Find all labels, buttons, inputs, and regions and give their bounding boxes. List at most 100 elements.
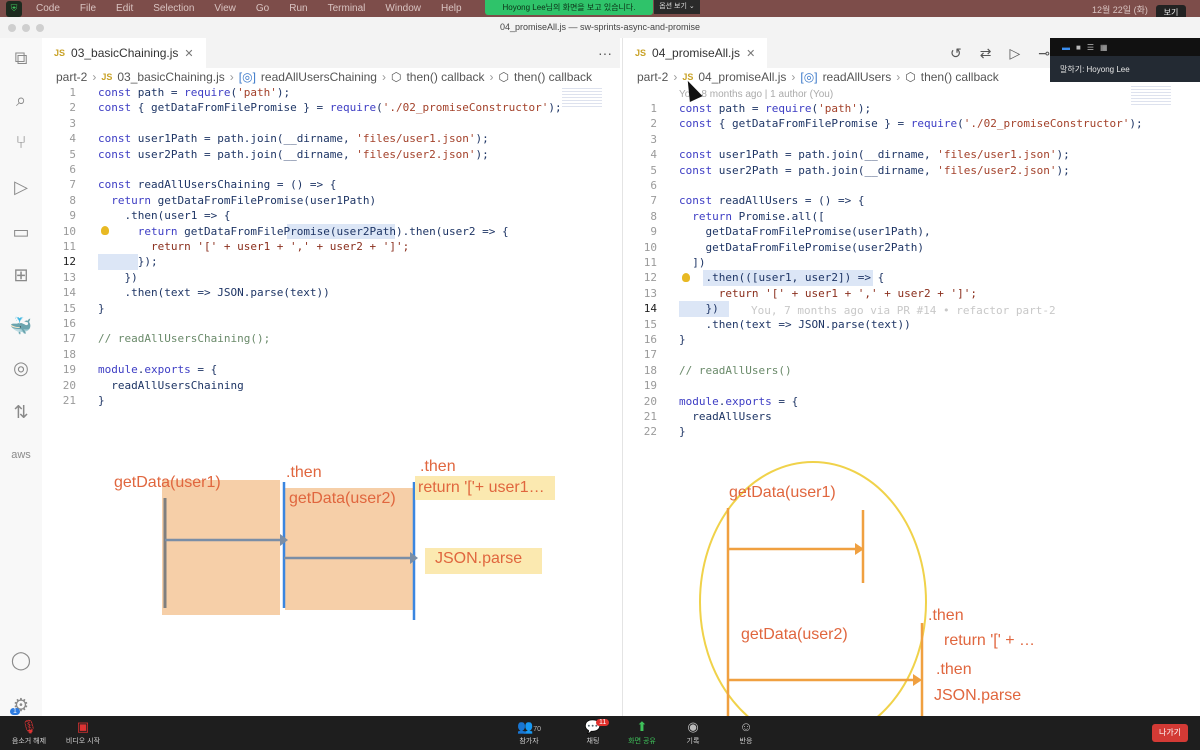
leave-button[interactable]: 나가기 bbox=[1152, 724, 1188, 742]
participants-button[interactable]: 👥70 참가자 bbox=[504, 719, 554, 746]
code-line[interactable]: return '[' + user1 + ',' + user2 + ']'; bbox=[679, 287, 977, 300]
code-line[interactable]: const user1Path = path.join(__dirname, '… bbox=[98, 132, 489, 145]
aws-icon[interactable]: aws bbox=[9, 443, 33, 467]
start-video-button[interactable]: ▣ 비디오 시작 bbox=[58, 719, 108, 746]
code-line[interactable]: // readAllUsers() bbox=[679, 364, 792, 377]
pull-request-icon[interactable]: ⇅ bbox=[9, 400, 33, 424]
account-icon[interactable]: ◯ bbox=[9, 648, 33, 672]
code-line[interactable]: .then(([user1, user2]) => { bbox=[679, 271, 884, 284]
left-editor: JS 03_basicChaining.js ✕ ··· part-2 › JS 03_… bbox=[42, 38, 620, 716]
code-line[interactable]: const path = require('path'); bbox=[679, 102, 871, 115]
label-getdata-user1: getData(user1) bbox=[729, 484, 836, 501]
window-title: 04_promiseAll.js — sw-sprints-async-and-… bbox=[499, 22, 701, 32]
window-controls[interactable] bbox=[8, 24, 44, 32]
window-titlebar: 04_promiseAll.js — sw-sprints-async-and-… bbox=[0, 17, 1200, 38]
code-line[interactable]: const user1Path = path.join(__dirname, '… bbox=[679, 148, 1070, 161]
code-line[interactable]: return Promise.all([ bbox=[679, 210, 824, 223]
label-getdata-user2: getData(user2) bbox=[289, 490, 396, 507]
code-line[interactable]: }) bbox=[679, 302, 718, 315]
label-return: return '['+ user1… bbox=[418, 479, 545, 496]
code-line[interactable]: .then(text => JSON.parse(text)) bbox=[98, 286, 329, 299]
code-line[interactable]: const path = require('path'); bbox=[98, 86, 290, 99]
code-line[interactable]: const readAllUsers = () => { bbox=[679, 194, 864, 207]
label-then: .then bbox=[928, 607, 964, 624]
code-line[interactable]: } bbox=[679, 333, 686, 346]
code-line[interactable]: const readAllUsersChaining = () => { bbox=[98, 178, 336, 191]
files-icon[interactable]: ⧉ bbox=[9, 46, 33, 70]
view-layout-icons[interactable]: ▬ ■ ☰ ▦ bbox=[1050, 38, 1200, 56]
view-options-button[interactable]: 옵션 보기 ⌄ bbox=[654, 0, 700, 14]
code-line[interactable]: return getDataFromFilePromise(user2Path)… bbox=[98, 225, 509, 238]
app-shield-icon[interactable]: ⛨ bbox=[6, 0, 22, 17]
box-getdata-user1 bbox=[162, 480, 280, 615]
menu-terminal[interactable]: Terminal bbox=[328, 3, 366, 14]
share-screen-button[interactable]: ⬆ 화면 공유 bbox=[617, 719, 667, 746]
chat-badge: 11 bbox=[596, 719, 610, 726]
run-debug-icon[interactable]: ▷ bbox=[9, 175, 33, 199]
unmute-button[interactable]: 🎙 음소거 해제 bbox=[4, 719, 54, 746]
menu-run[interactable]: Run bbox=[289, 3, 307, 14]
settings-update-badge: 1 bbox=[10, 708, 20, 715]
label-return: return '[' + … bbox=[944, 632, 1036, 649]
menu-code[interactable]: Code bbox=[36, 3, 60, 14]
right-editor: JS 04_promiseAll.js ✕ ↺ ⇄ ▷ ⊸ part-2 › JS 04… bbox=[622, 38, 1200, 743]
reactions-button[interactable]: ☺ 반응 bbox=[721, 719, 771, 746]
code-line[interactable]: // readAllUsersChaining(); bbox=[98, 332, 270, 345]
code-line[interactable]: }); bbox=[98, 255, 158, 268]
docker-icon[interactable]: 🐳 bbox=[9, 314, 33, 338]
code-line[interactable]: return '[' + user1 + ',' + user2 + ']'; bbox=[98, 240, 409, 253]
code-line[interactable]: ]) bbox=[679, 256, 705, 269]
source-control-icon[interactable]: ⑂ bbox=[9, 130, 33, 154]
menu-edit[interactable]: Edit bbox=[116, 3, 133, 14]
zoom-dot[interactable] bbox=[36, 24, 44, 32]
code-line[interactable]: module.exports = { bbox=[679, 395, 798, 408]
code-line[interactable]: getDataFromFilePromise(user1Path), bbox=[679, 225, 930, 238]
menu-file[interactable]: File bbox=[80, 3, 96, 14]
mic-muted-icon: 🎙 bbox=[20, 719, 38, 734]
activity-bar: ⧉ ⌕ ⑂ ▷ ▭ ⊞ 🐳 ◎ ⇅ aws ◯ ⚙ bbox=[0, 38, 42, 716]
label-json-parse: JSON.parse bbox=[934, 687, 1022, 704]
code-line[interactable]: module.exports = { bbox=[98, 363, 217, 376]
code-line[interactable]: readAllUsersChaining bbox=[98, 379, 243, 392]
code-line[interactable]: } bbox=[98, 394, 105, 407]
menu-view[interactable]: View bbox=[214, 3, 236, 14]
label-then: .then bbox=[286, 464, 322, 481]
zoom-toolbar: 🎙 음소거 해제 ▣ 비디오 시작 👥70 참가자 💬 11 채팅 ⬆ 화면 공유 ◉ 기록 … bbox=[0, 716, 1200, 750]
chat-icon: 💬 bbox=[584, 719, 602, 734]
code-line[interactable]: readAllUsers bbox=[679, 410, 771, 423]
code-line[interactable]: .then(text => JSON.parse(text)) bbox=[679, 318, 910, 331]
menu-selection[interactable]: Selection bbox=[153, 3, 194, 14]
code-line[interactable]: return getDataFromFilePromise(user1Path) bbox=[98, 194, 376, 207]
code-line[interactable]: } bbox=[679, 425, 686, 438]
code-line[interactable]: const { getDataFromFilePromise } = requi… bbox=[679, 117, 1143, 130]
arrow-head bbox=[913, 674, 922, 686]
menu-go[interactable]: Go bbox=[256, 3, 269, 14]
screen-share-banner: Hoyong Lee님의 화면을 보고 있습니다. bbox=[485, 0, 653, 15]
speaker-label: 말하기: Hoyong Lee bbox=[1060, 65, 1130, 74]
code-line[interactable]: const user2Path = path.join(__dirname, '… bbox=[679, 164, 1070, 177]
search-icon[interactable]: ⌕ bbox=[9, 88, 33, 112]
label-getdata-user1: getData(user1) bbox=[114, 474, 221, 491]
participants-icon: 👥70 bbox=[517, 719, 541, 734]
menu-help[interactable]: Help bbox=[441, 3, 462, 14]
code-line[interactable]: }) bbox=[98, 271, 137, 284]
minimize-dot[interactable] bbox=[22, 24, 30, 32]
gitlens-icon[interactable]: ◎ bbox=[9, 356, 33, 380]
menu-window[interactable]: Window bbox=[385, 3, 421, 14]
code-line[interactable]: } bbox=[98, 302, 105, 315]
code-line[interactable]: .then(user1 => { bbox=[98, 209, 230, 222]
record-icon: ◉ bbox=[687, 719, 699, 734]
right-diagram bbox=[699, 461, 927, 743]
code-line[interactable]: const { getDataFromFilePromise } = requi… bbox=[98, 101, 562, 114]
remote-explorer-icon[interactable]: ▭ bbox=[9, 220, 33, 244]
label-then: .then bbox=[936, 661, 972, 678]
clock: 12월 22일 (화) bbox=[1092, 5, 1148, 15]
code-line[interactable]: const user2Path = path.join(__dirname, '… bbox=[98, 148, 489, 161]
record-button[interactable]: ◉ 기록 bbox=[668, 719, 718, 746]
close-dot[interactable] bbox=[8, 24, 16, 32]
code-line[interactable]: getDataFromFilePromise(user2Path) bbox=[679, 241, 924, 254]
participant-count: 70 bbox=[533, 726, 541, 733]
chat-button[interactable]: 💬 11 채팅 bbox=[568, 719, 618, 746]
label-getdata-user2: getData(user2) bbox=[741, 626, 848, 643]
extensions-icon[interactable]: ⊞ bbox=[9, 263, 33, 287]
